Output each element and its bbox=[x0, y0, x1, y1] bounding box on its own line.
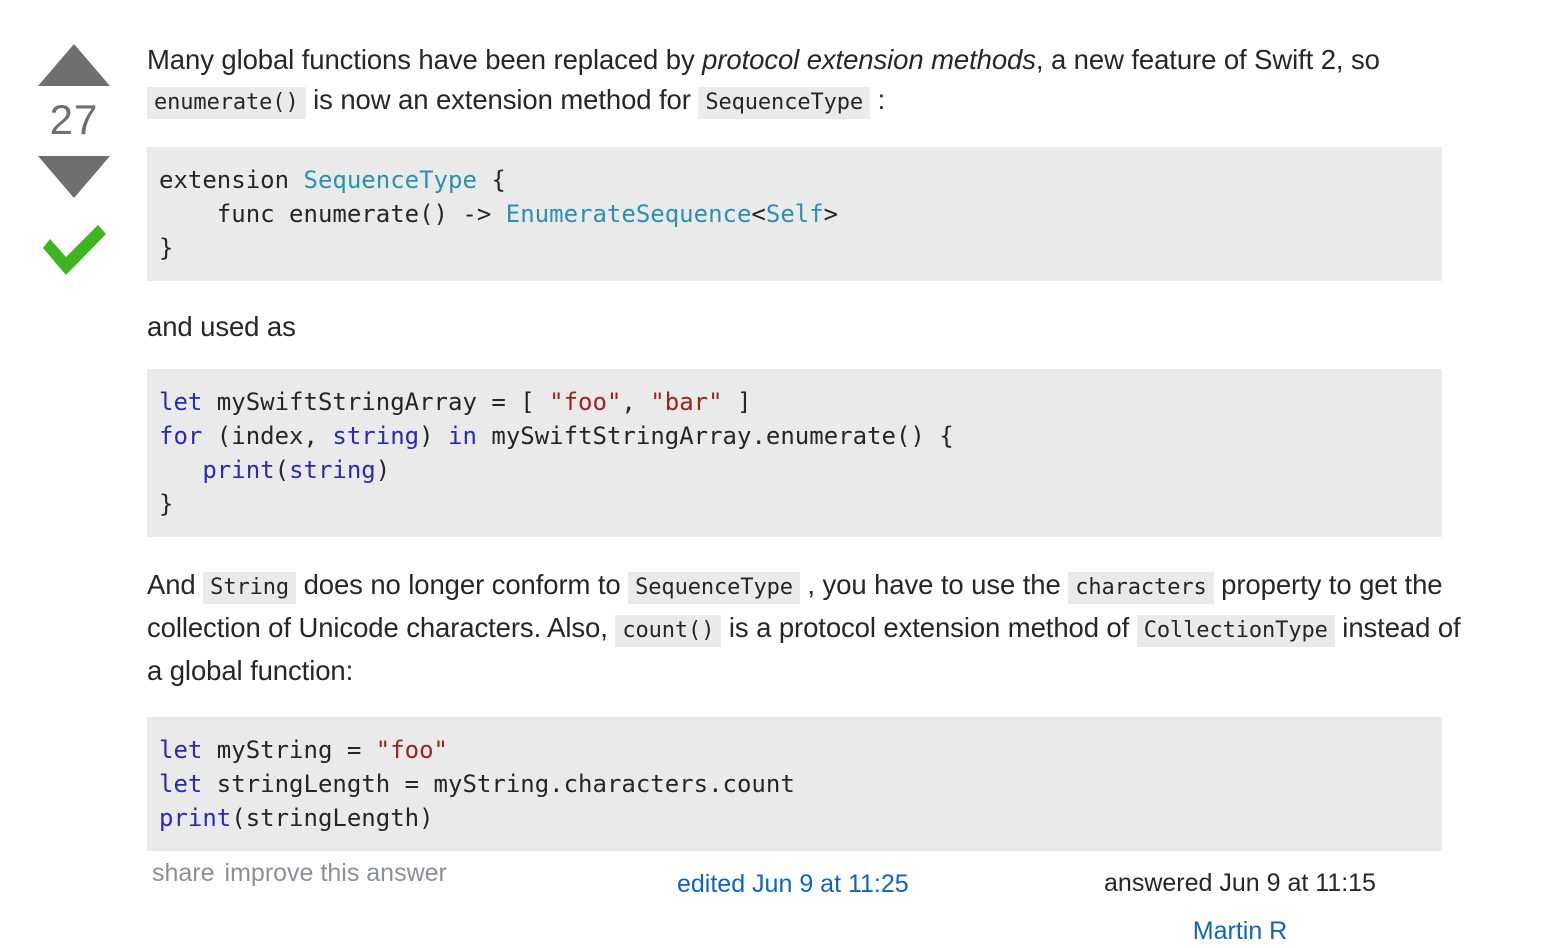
paragraph-and-used-as: and used as bbox=[147, 307, 1467, 347]
text-fragment: , you have to use the bbox=[799, 569, 1069, 600]
vote-cell: 27 bbox=[38, 44, 110, 280]
code-token: ) bbox=[419, 422, 449, 450]
share-link[interactable]: share bbox=[152, 859, 215, 887]
code-token: < bbox=[751, 200, 766, 228]
text-fragment: And bbox=[147, 569, 204, 600]
code-token: extension bbox=[159, 166, 304, 194]
code-token: let bbox=[159, 770, 203, 798]
code-token: print bbox=[159, 804, 232, 832]
text-fragment: Many global functions have been replaced… bbox=[147, 44, 703, 75]
answered-timestamp: answered Jun 9 at 11:15 bbox=[1104, 869, 1376, 897]
inline-code-sequencetype: SequenceType bbox=[698, 87, 871, 119]
code-token: } bbox=[159, 490, 174, 518]
answer-post: 27 Many global functions have been repla… bbox=[0, 0, 1562, 945]
code-token: let bbox=[159, 388, 203, 416]
code-token: func enumerate() -> bbox=[159, 200, 506, 228]
code-token: let bbox=[159, 736, 203, 764]
code-token: } bbox=[159, 234, 174, 262]
code-token: > bbox=[823, 200, 839, 228]
code-token: print bbox=[202, 456, 275, 484]
inline-code-count: count() bbox=[615, 615, 722, 647]
code-token: ) bbox=[375, 456, 391, 484]
inline-code-enumerate: enumerate() bbox=[147, 87, 306, 119]
accepted-answer-checkmark-icon[interactable] bbox=[39, 222, 109, 280]
code-token: SequenceType bbox=[303, 166, 477, 194]
code-token: "bar" bbox=[650, 388, 723, 416]
upvote-arrow-icon[interactable] bbox=[38, 44, 110, 86]
answered-signature: answered Jun 9 at 11:15 Martin R bbox=[1075, 866, 1405, 948]
code-token: (index, bbox=[202, 422, 333, 450]
inline-code-string: String bbox=[203, 572, 297, 604]
code-token: "foo" bbox=[549, 388, 622, 416]
emphasis-protocol-extension-methods: protocol extension methods bbox=[702, 44, 1036, 75]
inline-code-sequencetype-2: SequenceType bbox=[628, 572, 800, 604]
text-fragment: and used as bbox=[147, 311, 296, 342]
vote-count: 27 bbox=[49, 96, 99, 143]
code-token: EnumerateSequence bbox=[505, 200, 752, 228]
code-token: string bbox=[332, 422, 420, 450]
inline-code-collectiontype: CollectionType bbox=[1136, 615, 1335, 647]
answer-author-link[interactable]: Martin R bbox=[1075, 914, 1405, 948]
code-token: in bbox=[448, 422, 477, 450]
code-token: mySwiftStringArray.enumerate() { bbox=[476, 422, 954, 450]
code-token: mySwiftStringArray = [ bbox=[202, 388, 550, 416]
code-token: for bbox=[159, 422, 203, 450]
code-token: "foo" bbox=[375, 736, 448, 764]
code-token: , bbox=[621, 388, 651, 416]
code-token: ( bbox=[274, 456, 290, 484]
code-block-for-enumerate: let mySwiftStringArray = [ "foo", "bar" … bbox=[147, 369, 1442, 537]
text-fragment: : bbox=[870, 84, 886, 115]
code-token: stringLength = myString.characters.count bbox=[202, 770, 795, 798]
post-footer: share improve this answer edited Jun 9 at… bbox=[147, 848, 1477, 945]
code-block-extension-sequencetype: extension SequenceType { func enumerate(… bbox=[147, 147, 1442, 281]
post-menu: share improve this answer bbox=[152, 857, 457, 889]
text-fragment: is a protocol extension method of bbox=[721, 612, 1137, 643]
paragraph-string-characters: And String does no longer conform to Seq… bbox=[147, 565, 1467, 691]
post-body: Many global functions have been replaced… bbox=[147, 40, 1467, 861]
improve-answer-link[interactable]: improve this answer bbox=[225, 859, 447, 887]
text-fragment: is now an extension method for bbox=[305, 84, 699, 115]
code-token: (stringLength) bbox=[231, 804, 434, 832]
downvote-arrow-icon[interactable] bbox=[38, 156, 110, 198]
code-block-string-count: let myString = "foo" let stringLength = … bbox=[147, 717, 1442, 851]
paragraph-intro: Many global functions have been replaced… bbox=[147, 40, 1467, 123]
code-token: ] bbox=[722, 388, 752, 416]
edited-timestamp-link[interactable]: edited Jun 9 at 11:25 bbox=[677, 868, 909, 900]
code-token: Self bbox=[765, 200, 824, 228]
code-token: string bbox=[289, 456, 376, 484]
code-token: myString = bbox=[202, 736, 376, 764]
code-token: { bbox=[476, 166, 506, 194]
text-fragment: does no longer conform to bbox=[296, 569, 629, 600]
inline-code-characters: characters bbox=[1068, 572, 1214, 604]
text-fragment: , a new feature of Swift 2, so bbox=[1035, 44, 1380, 75]
